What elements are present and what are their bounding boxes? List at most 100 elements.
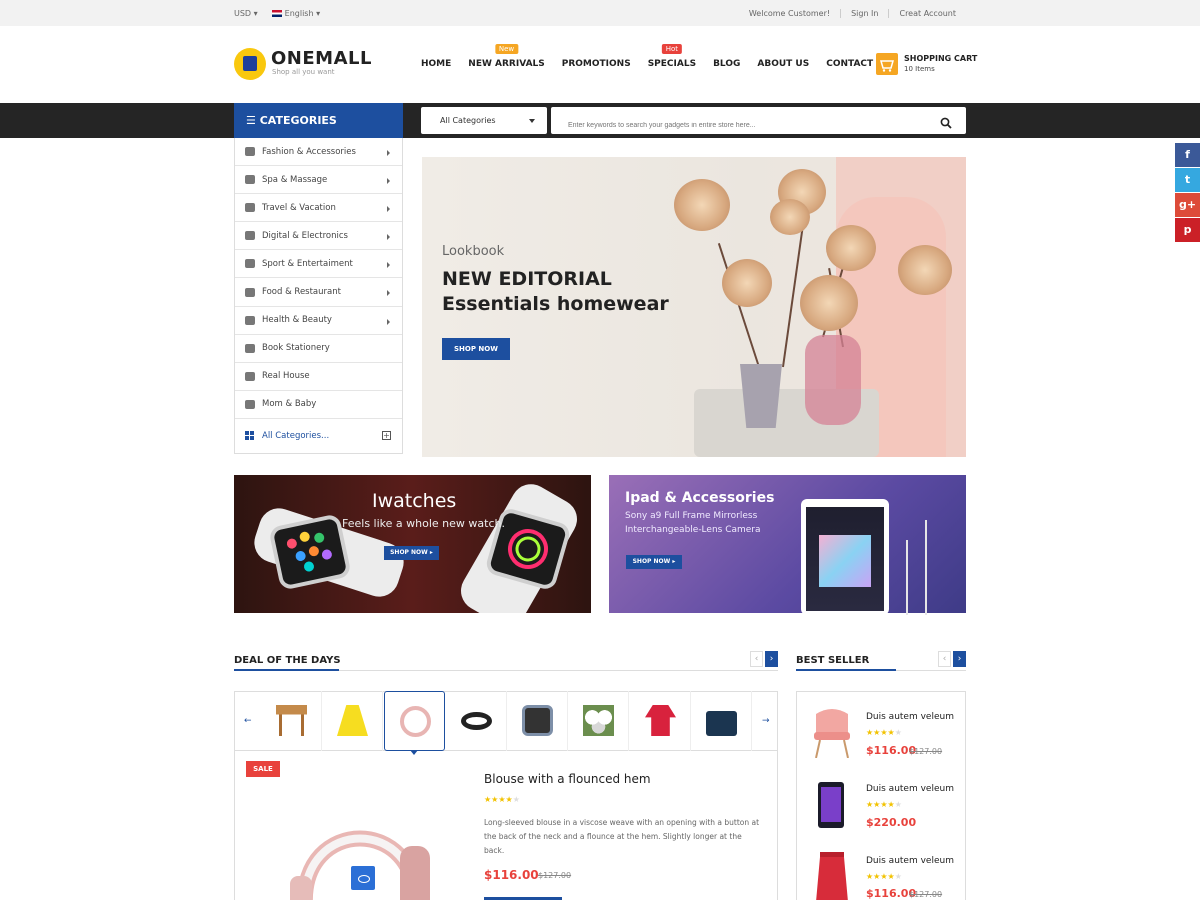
- category-item-book[interactable]: Book Stationery: [235, 335, 402, 363]
- cart-icon[interactable]: [876, 53, 898, 75]
- category-item-fashion[interactable]: Fashion & Accessories: [235, 138, 402, 167]
- categories-toggle[interactable]: ☰ CATEGORIES: [234, 103, 403, 138]
- shopping-bag-icon: [243, 56, 257, 71]
- thumb-red-blouse[interactable]: [630, 691, 691, 751]
- flower-image: [674, 179, 730, 231]
- chevron-right-icon: [387, 290, 390, 297]
- chevron-right-icon: [387, 206, 390, 213]
- category-item-mom-baby[interactable]: Mom & Baby: [235, 391, 402, 419]
- promo-ipad-line1: Sony a9 Full Frame Mirrorless: [625, 511, 758, 521]
- chevron-right-icon: [387, 178, 390, 185]
- ipad-image: [801, 499, 889, 615]
- category-label: Sport & Entertaiment: [262, 258, 353, 269]
- category-item-digital[interactable]: Digital & Electronics: [235, 222, 402, 251]
- category-item-sport[interactable]: Sport & Entertaiment: [235, 250, 402, 279]
- pinterest-icon[interactable]: p: [1175, 218, 1200, 242]
- thumb-handbag[interactable]: [691, 691, 752, 751]
- best-seller-price: $220.00: [866, 816, 917, 829]
- thumb-flowers[interactable]: [568, 691, 629, 751]
- nav-promotions[interactable]: PROMOTIONS: [562, 59, 631, 69]
- thumb-next-arrow-icon[interactable]: →: [762, 716, 770, 726]
- language-select[interactable]: English ▾: [271, 9, 320, 18]
- best-seller-old-price: $127.00: [909, 747, 943, 756]
- category-item-travel[interactable]: Travel & Vacation: [235, 194, 402, 223]
- walker-icon: [245, 203, 255, 213]
- best-seller-name[interactable]: Duis autem veleum: [866, 856, 954, 866]
- nav-label: BLOG: [713, 59, 741, 69]
- nav-label: ABOUT US: [757, 59, 810, 69]
- bike-icon: [245, 259, 255, 269]
- new-badge: New: [494, 44, 519, 54]
- button-label: SHOP NOW: [390, 549, 428, 556]
- hero-title-line1: NEW EDITORIAL: [442, 268, 612, 290]
- category-label: Digital & Electronics: [262, 230, 348, 241]
- handbag-image: [706, 711, 737, 736]
- purple-phone-image[interactable]: [808, 778, 856, 830]
- flower-image: [826, 225, 876, 271]
- logo-text[interactable]: ONEMALL: [271, 48, 372, 69]
- cart-count: 10 Items: [904, 65, 935, 73]
- best-seller-title: BEST SELLER: [796, 655, 870, 666]
- thumb-headphones[interactable]: [384, 691, 445, 751]
- best-seller-name[interactable]: Duis autem veleum: [866, 712, 954, 722]
- category-item-health[interactable]: Health & Beauty: [235, 307, 402, 335]
- hero-shop-now-button[interactable]: SHOP NOW: [442, 338, 510, 360]
- deal-product-name[interactable]: Blouse with a flounced hem: [484, 772, 651, 786]
- nav-specials[interactable]: Hot SPECIALS: [647, 44, 697, 69]
- hero-kicker: Lookbook: [442, 244, 505, 259]
- chevron-right-icon: [387, 318, 390, 325]
- language-label: English: [284, 9, 314, 18]
- deal-prev-button[interactable]: ‹: [750, 651, 763, 667]
- red-skirt-image[interactable]: [808, 850, 856, 900]
- nav-new-arrivals[interactable]: New NEW ARRIVALS: [468, 44, 545, 69]
- search-input[interactable]: [551, 107, 966, 134]
- twitter-icon[interactable]: t: [1175, 168, 1200, 192]
- thumb-prev-arrow-icon[interactable]: ←: [244, 716, 252, 726]
- thumb-yellow-top[interactable]: [322, 691, 383, 751]
- quick-view-eye-icon[interactable]: [351, 866, 375, 890]
- category-label: Fashion & Accessories: [262, 146, 356, 157]
- nav-label: SPECIALS: [647, 59, 697, 69]
- best-seller-name[interactable]: Duis autem veleum: [866, 784, 954, 794]
- thumb-smartwatch[interactable]: [507, 691, 568, 751]
- category-label: Mom & Baby: [262, 399, 317, 410]
- nav-about-us[interactable]: ABOUT US: [757, 59, 809, 69]
- best-seller-prev-button[interactable]: ‹: [938, 651, 951, 667]
- pink-chair-image[interactable]: [808, 706, 856, 759]
- rating-stars: ★★★★★: [866, 800, 902, 809]
- all-categories-link[interactable]: All Categories... +: [235, 419, 402, 453]
- search-category-label: All Categories: [440, 116, 496, 125]
- facebook-icon[interactable]: f: [1175, 143, 1200, 167]
- signin-link[interactable]: Sign In: [840, 9, 888, 18]
- thumb-stool[interactable]: [261, 691, 322, 751]
- button-label: SHOP NOW: [632, 558, 671, 565]
- grey-pot-image: [740, 364, 782, 428]
- best-seller-old-price: $127.00: [909, 890, 943, 899]
- hero-title: NEW EDITORIAL Essentials homewear: [442, 267, 669, 317]
- promo-ipad-line2: Interchangeable-Lens Camera: [625, 525, 761, 535]
- promo-ipad-shop-button[interactable]: SHOP NOW ▸: [626, 555, 682, 569]
- thumb-bracelet[interactable]: [446, 691, 507, 751]
- promo-iwatches-shop-button[interactable]: SHOP NOW ▸: [384, 546, 439, 560]
- sale-badge: SALE: [246, 761, 280, 777]
- create-account-link[interactable]: Creat Account: [888, 9, 966, 18]
- search-icon[interactable]: [940, 114, 952, 129]
- google-plus-icon[interactable]: g+: [1175, 193, 1200, 217]
- lotus-icon: [245, 175, 255, 185]
- category-item-real-house[interactable]: Real House: [235, 363, 402, 391]
- flower-image: [770, 199, 810, 235]
- deal-old-price: $127.00: [538, 871, 572, 880]
- title-underline: [234, 669, 339, 671]
- deal-next-button[interactable]: ›: [765, 651, 778, 667]
- flower-image: [800, 275, 858, 331]
- cart-title[interactable]: SHOPPING CART: [904, 54, 977, 63]
- category-label: Real House: [262, 371, 310, 382]
- best-seller-next-button[interactable]: ›: [953, 651, 966, 667]
- nav-home[interactable]: HOME: [421, 59, 451, 69]
- currency-select[interactable]: USD ▾: [234, 9, 258, 18]
- category-item-spa[interactable]: Spa & Massage: [235, 166, 402, 195]
- main-nav: HOME New NEW ARRIVALS PROMOTIONS Hot SPECI…: [421, 44, 907, 69]
- nav-blog[interactable]: BLOG: [713, 59, 740, 69]
- search-category-select[interactable]: All Categories: [421, 107, 547, 134]
- category-item-food[interactable]: Food & Restaurant: [235, 278, 402, 307]
